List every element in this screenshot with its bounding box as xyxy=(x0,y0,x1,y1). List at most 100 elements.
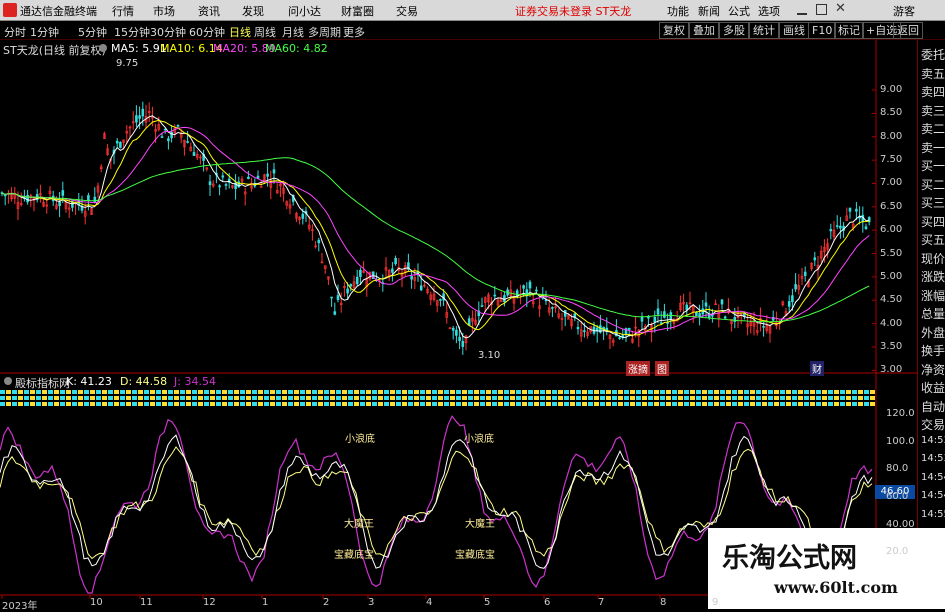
order-book-item[interactable]: 买五 xyxy=(921,231,945,248)
tab-multi-period[interactable]: 多周期 xyxy=(308,24,341,40)
order-book-item[interactable]: 涨跌 xyxy=(921,268,945,285)
menu-item-wealth[interactable]: 财富圈 xyxy=(341,3,374,19)
order-book-item[interactable]: 卖四 xyxy=(921,83,945,100)
candle-body xyxy=(186,141,189,143)
signal-band-cell xyxy=(108,396,113,400)
signal-band-cell xyxy=(132,402,137,406)
order-book-item[interactable]: 买四 xyxy=(921,213,945,230)
menu-item-formula[interactable]: 公式 xyxy=(728,3,750,19)
order-book-item[interactable]: 14:53 xyxy=(921,453,945,464)
signal-band-cell xyxy=(528,396,533,400)
order-book-item[interactable]: 卖三 xyxy=(921,102,945,119)
order-book-item[interactable]: 卖五 xyxy=(921,65,945,82)
mark-button[interactable]: 标记 xyxy=(834,22,864,39)
menu-item-options[interactable]: 选项 xyxy=(758,3,780,19)
draw-button[interactable]: 画线 xyxy=(779,22,809,39)
signal-band-cell xyxy=(234,390,239,394)
close-icon[interactable]: ✕ xyxy=(835,1,846,16)
x-axis-tick-label: 7 xyxy=(598,597,605,608)
signal-band-cell xyxy=(426,390,431,394)
minimize-icon[interactable] xyxy=(797,4,807,15)
back-button[interactable]: 返回 xyxy=(893,22,923,39)
signal-band-cell xyxy=(774,390,779,394)
order-book-item[interactable]: 卖一 xyxy=(921,139,945,156)
settings-gear-icon[interactable] xyxy=(99,44,107,52)
order-book-item[interactable]: 外盘 xyxy=(921,324,945,341)
signal-band-cell xyxy=(774,396,779,400)
order-book-item[interactable]: 14:54 xyxy=(921,472,945,483)
f10-button[interactable]: F10 xyxy=(808,22,837,39)
signal-band-cell xyxy=(636,396,641,400)
guest-label[interactable]: 游客 xyxy=(893,3,915,19)
signal-label: 小浪底 xyxy=(464,434,494,445)
signal-band-cell xyxy=(828,390,833,394)
signal-band-cell xyxy=(300,402,305,406)
adjust-button[interactable]: 复权 xyxy=(659,22,689,39)
order-book-item[interactable]: 卖二 xyxy=(921,120,945,137)
menu-item-ask[interactable]: 问小达 xyxy=(288,3,321,19)
watermark-title: 乐淘公式网 xyxy=(722,543,857,574)
overlay-button[interactable]: 叠加 xyxy=(689,22,719,39)
signal-band-cell xyxy=(312,396,317,400)
order-book-item[interactable]: 买一 xyxy=(921,157,945,174)
order-book-item[interactable]: 交易 xyxy=(921,416,945,433)
order-book-item[interactable]: 14:54 xyxy=(921,490,945,501)
stats-button[interactable]: 统计 xyxy=(749,22,779,39)
x-axis-tick-label: 2 xyxy=(323,597,330,608)
menu-item-quotes[interactable]: 行情 xyxy=(112,3,134,19)
tab-weekly[interactable]: 周线 xyxy=(254,24,276,40)
tab-daily[interactable]: 日线 xyxy=(229,24,251,40)
ma5-label: MA5: 5.91 xyxy=(111,42,167,55)
tab-5min[interactable]: 5分钟 xyxy=(78,24,107,40)
indicator-gear-icon[interactable] xyxy=(4,377,12,385)
order-book-item[interactable]: 自动 xyxy=(921,398,945,415)
multi-stock-button[interactable]: 多股 xyxy=(719,22,749,39)
order-book-item[interactable]: 14:55 xyxy=(921,509,945,520)
signal-band-cell xyxy=(12,396,17,400)
tab-60min[interactable]: 60分钟 xyxy=(189,24,225,40)
order-book-item[interactable]: 买二 xyxy=(921,176,945,193)
maximize-icon[interactable] xyxy=(816,4,827,15)
finance-tag[interactable]: 财 xyxy=(810,361,824,376)
menu-item-news[interactable]: 资讯 xyxy=(198,3,220,19)
signal-band-cell xyxy=(102,396,107,400)
candle-body xyxy=(176,125,180,127)
candle-body xyxy=(259,186,263,188)
menu-item-newsroom[interactable]: 新闻 xyxy=(698,3,720,19)
order-book-item[interactable]: 收益 xyxy=(921,379,945,396)
tab-1min[interactable]: 1分钟 xyxy=(30,24,59,40)
order-book-item[interactable]: 14:53 xyxy=(921,435,945,446)
signal-band-cell xyxy=(180,396,185,400)
signal-band-cell xyxy=(336,402,341,406)
signal-band-cell xyxy=(162,402,167,406)
event-tag[interactable]: 涨摘 xyxy=(626,361,650,376)
signal-band-cell xyxy=(834,402,839,406)
signal-band-cell xyxy=(576,390,581,394)
tab-more[interactable]: 更多 xyxy=(343,24,365,40)
order-book-item[interactable]: 现价 xyxy=(921,250,945,267)
menu-item-discover[interactable]: 发现 xyxy=(242,3,264,19)
menu-item-market[interactable]: 市场 xyxy=(153,3,175,19)
order-book-item[interactable]: 换手 xyxy=(921,342,945,359)
signal-band-cell xyxy=(192,390,197,394)
candlestick-chart[interactable] xyxy=(0,40,917,609)
signal-band-cell xyxy=(24,396,29,400)
tab-monthly[interactable]: 月线 xyxy=(282,24,304,40)
menu-item-function[interactable]: 功能 xyxy=(667,3,689,19)
tab-30min[interactable]: 30分钟 xyxy=(150,24,186,40)
signal-band-cell xyxy=(318,390,323,394)
menu-item-trade[interactable]: 交易 xyxy=(396,3,418,19)
candle-body xyxy=(208,181,212,186)
order-book-item[interactable]: 买三 xyxy=(921,194,945,211)
order-book-item[interactable]: 净资 xyxy=(921,361,945,378)
signal-band-cell xyxy=(216,390,221,394)
signal-band-cell xyxy=(216,402,221,406)
signal-band-cell xyxy=(264,402,269,406)
order-book-item[interactable]: 涨幅 xyxy=(921,287,945,304)
order-book-item[interactable]: 委托 xyxy=(921,46,945,63)
tab-intraday[interactable]: 分时 xyxy=(4,24,26,40)
tab-15min[interactable]: 15分钟 xyxy=(114,24,150,40)
order-book-item[interactable]: 总量 xyxy=(921,305,945,322)
event-tag[interactable]: 图 xyxy=(655,361,669,376)
signal-band-cell xyxy=(822,390,827,394)
